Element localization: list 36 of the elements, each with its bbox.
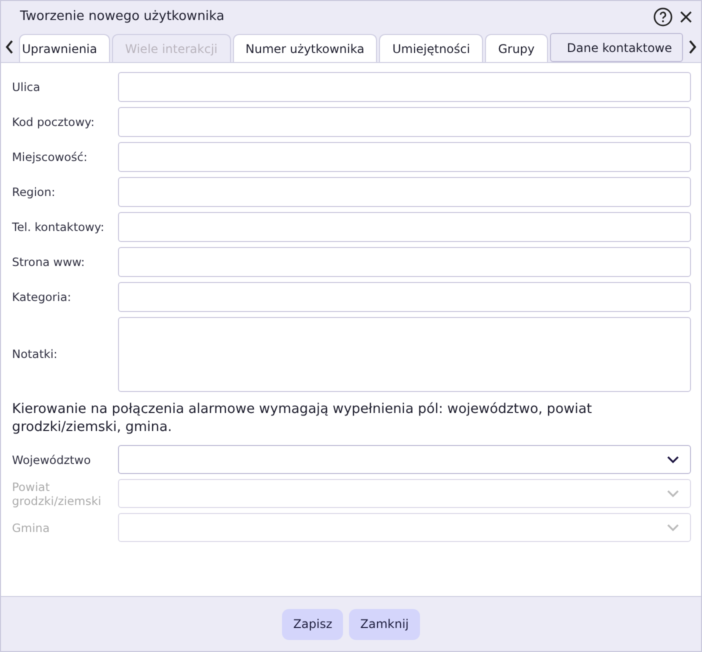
help-icon[interactable] (653, 6, 673, 26)
close-icon[interactable] (679, 10, 693, 24)
field-label: Notatki: (12, 347, 58, 362)
field-label: Województwo (12, 452, 92, 468)
input-field[interactable] (118, 142, 691, 172)
field-label: Ulica (12, 80, 42, 94)
chevron-down-icon (666, 522, 680, 533)
tab[interactable]: Umiejętności (379, 34, 484, 62)
field-label: Tel. kontaktowy: (12, 220, 106, 234)
input-field[interactable] (118, 72, 691, 102)
window-title: Tworzenie nowego użytkownika (20, 9, 226, 24)
dropdown-field[interactable] (118, 445, 691, 474)
input-field[interactable] (118, 177, 691, 207)
field-label: Kod pocztowy: (12, 114, 96, 130)
input-field[interactable] (118, 212, 691, 242)
field-label: Kategoria: (12, 290, 72, 304)
field-label: Gmina (12, 520, 51, 536)
tab[interactable]: Uprawnienia (19, 34, 110, 62)
input-field[interactable] (118, 247, 691, 277)
tab[interactable]: Grupy (485, 34, 548, 62)
dropdown-field[interactable] (118, 479, 691, 508)
tab[interactable]: Numer użytkownika (232, 34, 378, 62)
info-text: Kierowanie na połączenia alarmowe wymagają wypełnienia pól: województwo, powiat grodzki/ziemski, gmina. (12, 400, 593, 436)
footer-button[interactable]: Zamknij (349, 608, 420, 640)
dropdown-field[interactable] (118, 513, 691, 542)
tab[interactable]: Dane kontaktowe (550, 33, 683, 62)
field-label: Region: (12, 184, 56, 200)
field-label: Strona www: (12, 254, 86, 270)
footer-button[interactable]: Zapisz (282, 608, 344, 640)
chevron-down-icon (666, 454, 680, 465)
notes-field[interactable] (118, 317, 691, 392)
field-label: Miejscowość: (12, 150, 88, 164)
chevron-down-icon (666, 488, 680, 499)
field-label: Powiat grodzki/ziemski (12, 480, 102, 508)
input-field[interactable] (118, 282, 691, 312)
input-field[interactable] (118, 107, 691, 137)
